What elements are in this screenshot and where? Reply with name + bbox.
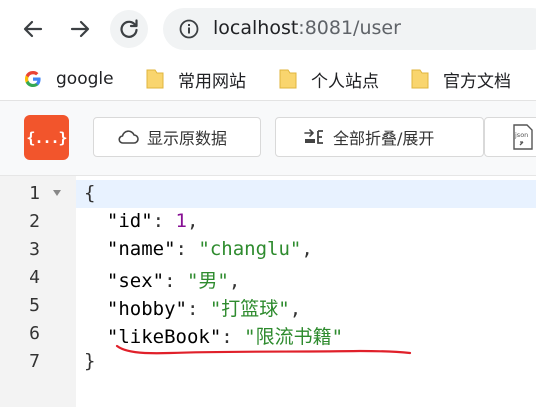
bookmark-label: google [56,69,114,89]
bookmark-folder-personal-sites[interactable]: 个人站点 [278,65,379,93]
url-text: localhost:8081/user [213,17,401,39]
bookmark-label: 官方文档 [443,71,511,92]
url-host: localhost [213,17,299,39]
fold-unfold-all-button[interactable]: 全部折叠/展开 [275,117,484,157]
arrow-left-icon [23,20,43,38]
forward-button[interactable] [61,10,99,48]
bookmark-label: 个人站点 [311,71,379,92]
collapse-expand-icon [304,129,323,144]
bookmarks-bar: google 常用网站 个人站点 官方文档 [0,58,536,101]
folder-icon [146,69,164,89]
bookmark-folder-common-sites[interactable]: 常用网站 [145,65,246,93]
json-viewer-logo[interactable]: {...} [24,115,69,160]
bookmark-folder-official-docs[interactable]: 官方文档 [410,65,511,93]
info-icon[interactable] [178,18,200,40]
folder-icon [279,69,297,89]
arrow-right-icon [70,20,90,38]
json-code-view[interactable]: 1 { 2 "id": 1, 3 "name": "changlu", 4 "s… [0,176,536,407]
url-path: :8081/user [298,17,401,39]
google-icon [25,71,41,87]
reload-icon [120,19,138,38]
back-button[interactable] [14,10,52,48]
json-viewer-toolbar: {...} 显示原数据 全部折叠/展开 json [0,101,536,176]
cloud-icon [118,130,139,144]
url-bar[interactable]: localhost:8081/user [163,8,536,50]
bookmark-label: 常用网站 [178,71,246,92]
show-raw-data-label: 显示原数据 [147,129,228,148]
json-file-icon: json [513,124,533,150]
browser-address-bar: localhost:8081/user [0,0,536,58]
svg-text:json: json [514,131,528,139]
logo-text: {...} [26,128,67,147]
json-format-button[interactable]: json [484,117,536,157]
fold-unfold-all-label: 全部折叠/展开 [333,129,435,148]
reload-button[interactable] [110,10,148,48]
show-raw-data-button[interactable]: 显示原数据 [93,117,261,157]
folder-icon [411,69,429,89]
bookmark-google[interactable]: google [23,65,114,93]
red-underline-annotation [115,344,412,355]
